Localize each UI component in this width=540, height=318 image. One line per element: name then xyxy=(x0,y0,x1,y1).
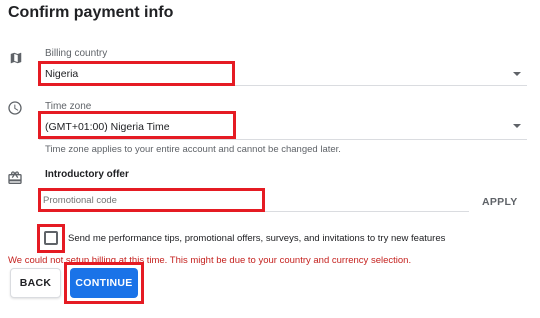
apply-button[interactable]: APPLY xyxy=(482,196,518,208)
gift-icon xyxy=(7,170,23,186)
time-zone-hint: Time zone applies to your entire account… xyxy=(45,144,341,155)
chevron-down-icon xyxy=(513,124,521,128)
highlight-promo-code xyxy=(38,188,265,212)
introductory-offer-label: Introductory offer xyxy=(45,169,129,180)
page-title: Confirm payment info xyxy=(8,4,174,21)
highlight-continue-button xyxy=(64,262,144,304)
map-icon xyxy=(9,51,23,65)
consent-label: Send me performance tips, promotional of… xyxy=(68,233,446,244)
clock-icon xyxy=(7,100,23,116)
highlight-time-zone xyxy=(38,111,236,139)
chevron-down-icon xyxy=(513,72,521,76)
highlight-billing-country xyxy=(38,61,235,86)
highlight-consent-checkbox xyxy=(37,224,65,253)
back-button[interactable]: BACK xyxy=(10,268,61,298)
divider xyxy=(39,139,527,140)
billing-country-label: Billing country xyxy=(45,48,108,59)
